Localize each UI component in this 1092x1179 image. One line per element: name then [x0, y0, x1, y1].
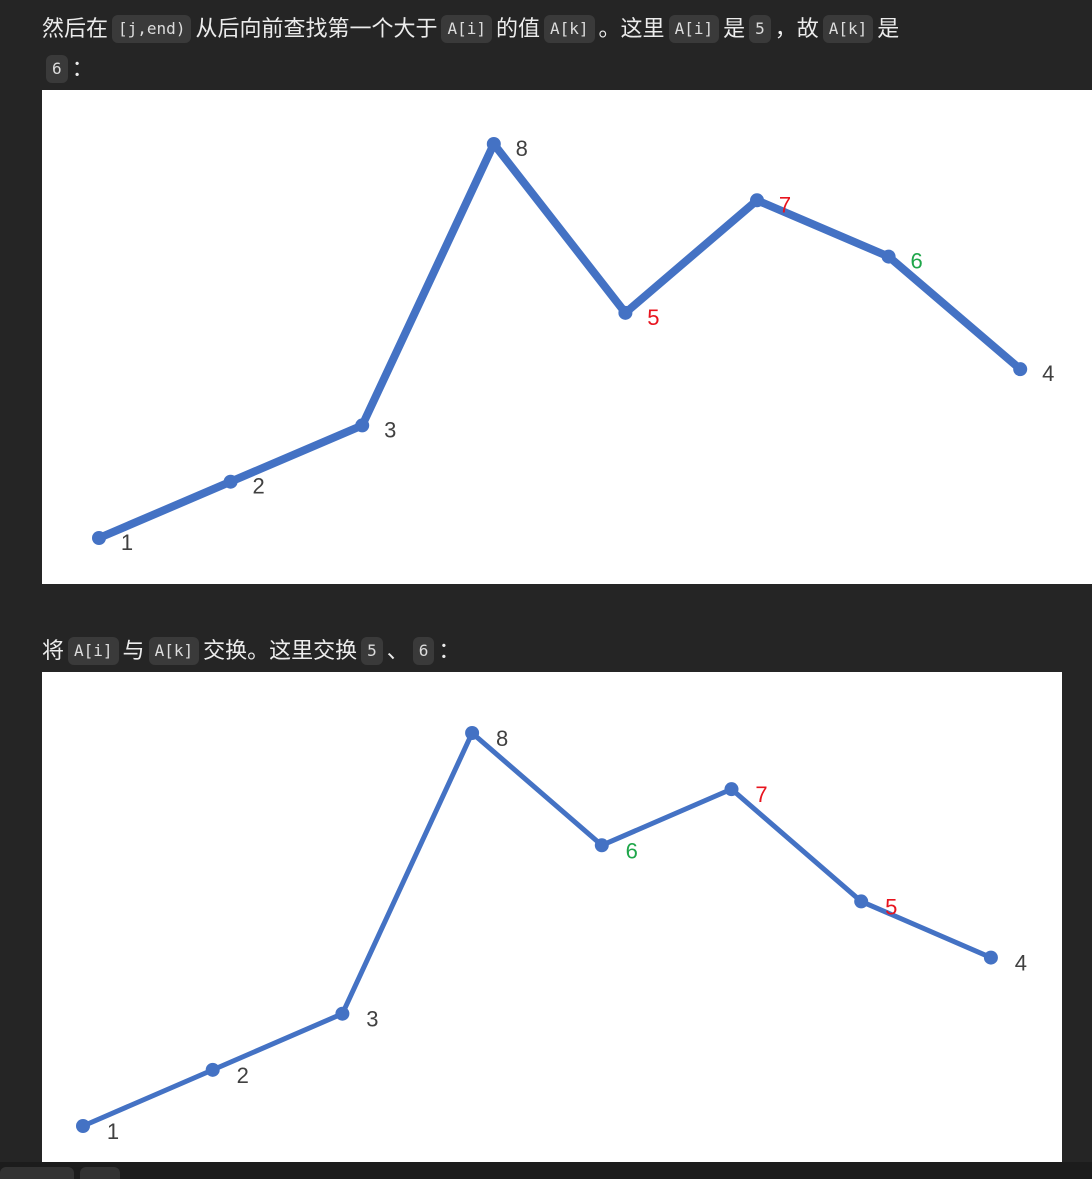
inline-code: A[k]: [544, 15, 595, 43]
data-point: [205, 1062, 220, 1077]
series-line: [80, 730, 994, 1129]
inline-code: 6: [412, 637, 435, 665]
chart-svg: 1 2 3 8 5 7 6 4: [92, 136, 1054, 555]
data-point: [750, 193, 764, 208]
data-point: [1013, 362, 1028, 377]
text-segment: 。这里: [598, 17, 665, 42]
text-segment: 是: [877, 17, 900, 42]
data-label: 7: [755, 782, 767, 807]
data-label: 4: [1042, 361, 1054, 386]
line-chart-after-swap: 1 2 3 8 6 7 5 4: [42, 672, 1062, 1162]
data-point: [486, 137, 501, 151]
data-label: 5: [647, 305, 659, 330]
data-point: [355, 418, 370, 433]
data-label: 8: [516, 136, 528, 161]
data-point: [465, 726, 480, 740]
text-segment: 然后在: [42, 17, 109, 42]
text-segment: ，故: [774, 17, 819, 42]
inline-code: 6: [46, 55, 68, 83]
data-point: [92, 531, 106, 545]
data-point: [854, 894, 869, 909]
text-segment: 从后向前查找第一个大于: [195, 17, 438, 42]
text-segment: 的值: [496, 17, 541, 42]
article-page: 然后在 [j,end) 从后向前查找第一个大于 A[i] 的值 A[k] 。这里 A[i] 是 5…: [0, 0, 1092, 1179]
bottom-tab[interactable]: [80, 1167, 120, 1179]
data-label: 7: [779, 192, 791, 217]
paragraph-find-k: 然后在 [j,end) 从后向前查找第一个大于 A[i] 的值 A[k] 。这里 A[i] 是 5…: [42, 10, 1082, 90]
data-label: 3: [366, 1007, 378, 1032]
inline-code: A[i]: [441, 15, 492, 43]
data-point: [594, 838, 609, 853]
text-segment: ：: [71, 57, 94, 82]
data-label: 6: [626, 838, 638, 863]
data-label: 1: [107, 1119, 119, 1144]
data-label: 2: [237, 1063, 249, 1088]
inline-code: A[k]: [822, 15, 874, 43]
chart-svg: 1 2 3 8 6 7 5 4: [76, 726, 1027, 1144]
data-point: [223, 474, 238, 489]
data-label: 3: [384, 417, 396, 442]
data-point: [618, 305, 633, 320]
data-label: 2: [252, 474, 264, 499]
data-label: 6: [910, 249, 922, 274]
text-segment: 将: [42, 639, 65, 664]
data-point: [335, 1006, 350, 1021]
inline-code: 5: [361, 637, 383, 665]
series-line: [95, 140, 1025, 542]
data-point: [881, 249, 896, 264]
data-point: [76, 1119, 90, 1133]
inline-code: 5: [749, 15, 771, 43]
data-point: [983, 950, 998, 965]
text-segment: 与: [122, 639, 145, 664]
line-chart-before-swap: 1 2 3 8 5 7 6 4: [42, 90, 1092, 584]
data-label: 4: [1015, 951, 1027, 976]
paragraph-line: 6：: [42, 50, 1082, 90]
paragraph-swap: 将 A[i] 与 A[k] 交换。这里交换 5、 6：: [42, 632, 460, 672]
data-label: 1: [121, 530, 133, 555]
data-label: 8: [496, 726, 508, 751]
data-point: [724, 782, 739, 797]
data-label: 5: [885, 894, 897, 919]
bottom-tab[interactable]: [0, 1167, 74, 1179]
inline-code: A[i]: [668, 15, 720, 43]
text-segment: 、: [386, 639, 409, 664]
inline-code: [j,end): [112, 15, 192, 43]
inline-code: A[k]: [148, 637, 200, 665]
inline-code: A[i]: [68, 637, 119, 665]
bottom-bar: [0, 1162, 1092, 1179]
text-segment: ：: [438, 639, 461, 664]
text-segment: 交换。这里交换: [203, 639, 358, 664]
text-segment: 是: [723, 17, 746, 42]
